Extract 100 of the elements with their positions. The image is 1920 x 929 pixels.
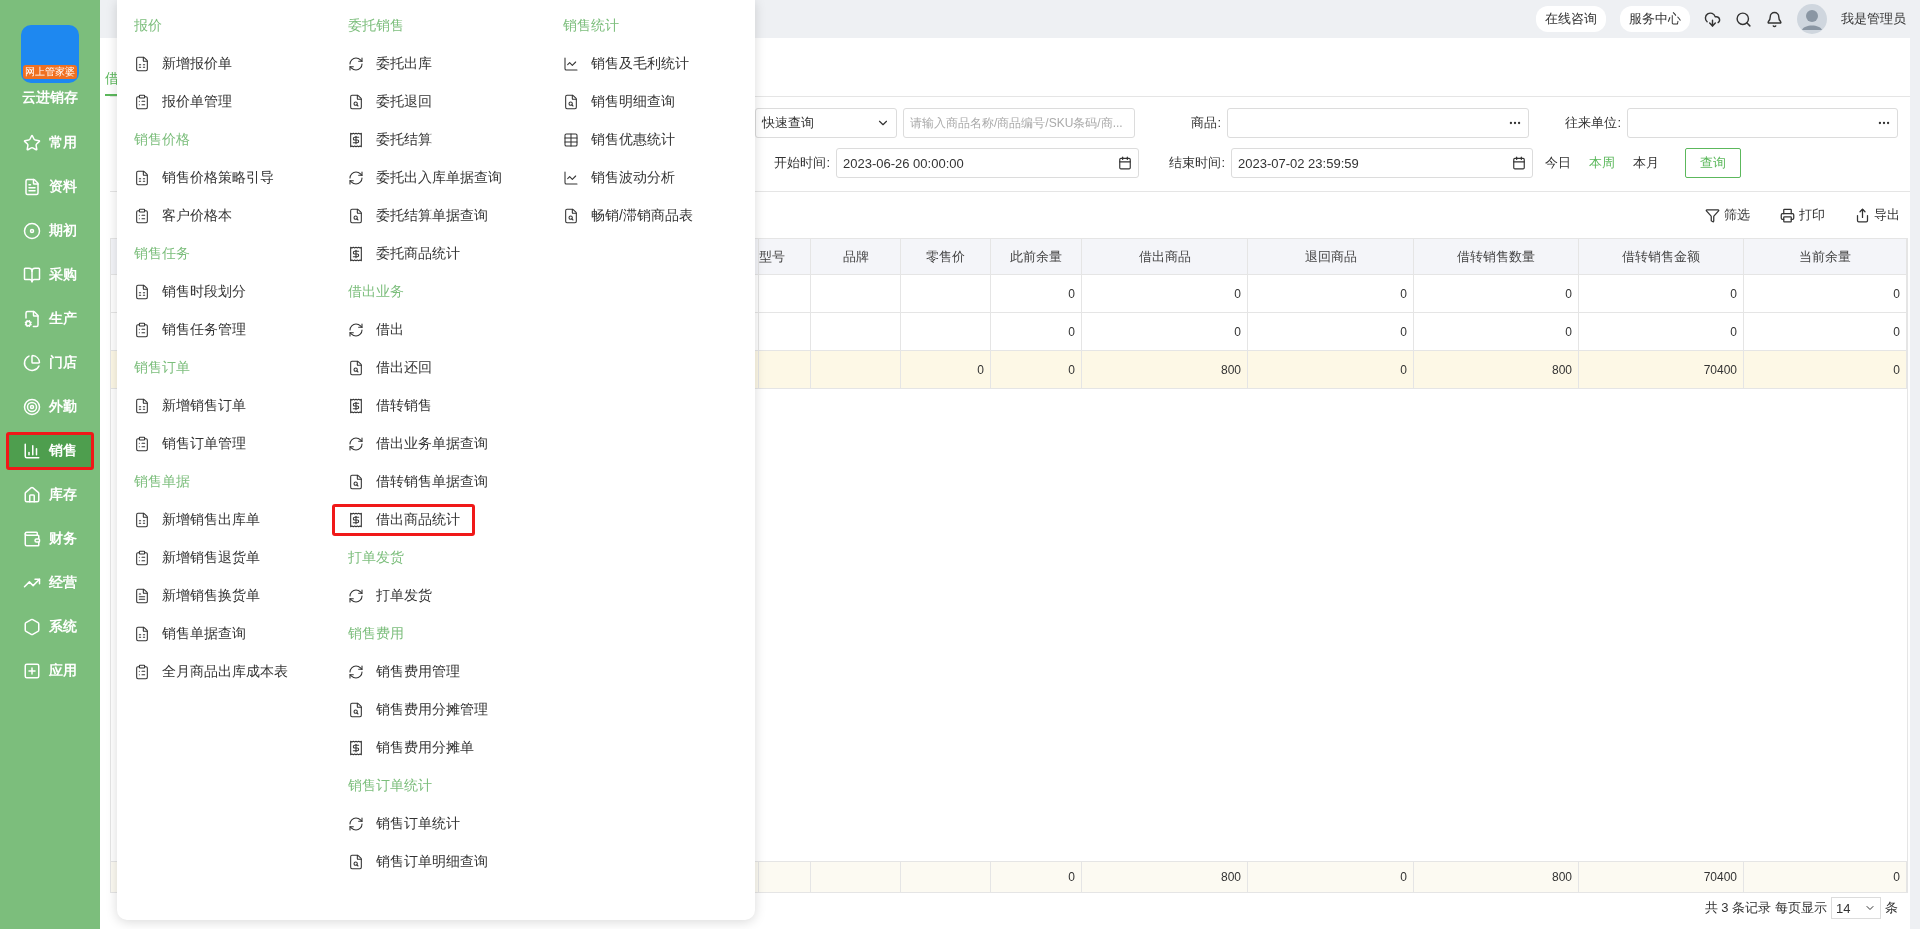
spreadsheet-icon bbox=[134, 284, 150, 300]
avatar-icon[interactable] bbox=[1797, 4, 1827, 34]
menu-heading: 销售订单 bbox=[134, 358, 191, 377]
calendar-icon[interactable] bbox=[1512, 156, 1526, 170]
table-cell: 70400 bbox=[1579, 862, 1744, 892]
logo-badge: 网上管家婆 bbox=[23, 65, 77, 79]
menu-item[interactable]: 新增销售换货单 bbox=[134, 583, 272, 609]
user-name[interactable]: 我是管理员 bbox=[1841, 10, 1906, 28]
table-cell: 0 bbox=[991, 351, 1082, 388]
menu-item[interactable]: 委托商品统计 bbox=[348, 241, 472, 267]
table-cell: 0 bbox=[1248, 862, 1414, 892]
refresh-icon bbox=[348, 322, 364, 338]
menu-item[interactable]: 委托结算 bbox=[348, 127, 444, 153]
search-icon[interactable] bbox=[1735, 10, 1752, 28]
menu-item[interactable]: 委托出库 bbox=[348, 51, 444, 77]
refresh-icon bbox=[348, 170, 364, 186]
menu-item[interactable]: 客户价格本 bbox=[134, 203, 244, 229]
nav-icon bbox=[23, 310, 41, 328]
menu-item[interactable]: 新增报价单 bbox=[134, 51, 244, 77]
range-link[interactable]: 今日 bbox=[1545, 154, 1571, 172]
menu-item[interactable]: 借出业务单据查询 bbox=[348, 431, 500, 457]
menu-item[interactable]: 销售波动分析 bbox=[563, 165, 687, 191]
spreadsheet-icon bbox=[134, 398, 150, 414]
toolbar-button[interactable]: 打印 bbox=[1774, 205, 1831, 225]
column-header: 借转销售金额 bbox=[1579, 239, 1744, 274]
menu-item[interactable]: 销售时段划分 bbox=[134, 279, 258, 305]
menu-item[interactable]: 销售优惠统计 bbox=[563, 127, 687, 153]
nav-icon bbox=[23, 134, 41, 152]
mode-select[interactable]: 快速查询 bbox=[755, 108, 897, 138]
menu-item[interactable]: 销售明细查询 bbox=[563, 89, 687, 115]
table-cell: 0 bbox=[1082, 313, 1248, 350]
column-header: 零售价 bbox=[901, 239, 991, 274]
table-cell: 0 bbox=[1248, 275, 1414, 312]
menu-item[interactable]: 新增销售退货单 bbox=[134, 545, 272, 571]
table-cell: 800 bbox=[1414, 351, 1579, 388]
calendar-icon[interactable] bbox=[1118, 156, 1132, 170]
nav-icon bbox=[23, 222, 41, 240]
nav-icon bbox=[23, 530, 41, 548]
menu-heading: 借出业务 bbox=[348, 282, 405, 301]
menu-item[interactable]: 销售价格策略引导 bbox=[134, 165, 286, 191]
menu-heading: 打单发货 bbox=[348, 548, 405, 567]
bell-icon[interactable] bbox=[1766, 10, 1783, 28]
clipboard-icon bbox=[134, 94, 150, 110]
menu-item[interactable]: 新增销售出库单 bbox=[134, 507, 272, 533]
menu-item[interactable]: 销售订单明细查询 bbox=[348, 849, 500, 875]
range-link[interactable]: 本月 bbox=[1633, 154, 1659, 172]
menu-item[interactable]: 销售费用分摊管理 bbox=[348, 697, 500, 723]
menu-item[interactable]: 借出商品统计 bbox=[332, 504, 475, 536]
printer-icon bbox=[1780, 207, 1795, 223]
partner-field[interactable] bbox=[1627, 108, 1898, 138]
clipboard-icon bbox=[134, 436, 150, 452]
menu-item[interactable]: 销售费用分摊单 bbox=[348, 735, 486, 761]
table-cell: 800 bbox=[1414, 862, 1579, 892]
table-cell: 800 bbox=[1082, 862, 1248, 892]
header-button[interactable]: 在线咨询 bbox=[1536, 6, 1606, 32]
column-header: 当前余量 bbox=[1744, 239, 1907, 274]
menu-item[interactable]: 畅销/滞销商品表 bbox=[563, 203, 705, 229]
menu-item[interactable]: 委托退回 bbox=[348, 89, 444, 115]
product-field[interactable] bbox=[1227, 108, 1529, 138]
clipboard-icon bbox=[134, 208, 150, 224]
menu-item[interactable]: 销售订单统计 bbox=[348, 811, 472, 837]
menu-item[interactable]: 销售订单管理 bbox=[134, 431, 258, 457]
toolbar-button[interactable]: 导出 bbox=[1849, 205, 1906, 225]
date-field[interactable]: 2023-06-26 00:00:00 bbox=[836, 148, 1139, 178]
menu-item[interactable]: 借转销售单据查询 bbox=[348, 469, 500, 495]
menu-item[interactable]: 借转销售 bbox=[348, 393, 444, 419]
file-search-icon bbox=[348, 474, 364, 490]
table-cell: 0 bbox=[1744, 351, 1907, 388]
menu-item[interactable]: 打单发货 bbox=[348, 583, 444, 609]
cloud-download-icon[interactable] bbox=[1704, 10, 1721, 28]
table-cell: 0 bbox=[991, 275, 1082, 312]
clipboard-icon bbox=[134, 322, 150, 338]
file-search-icon bbox=[563, 94, 579, 110]
clipboard-icon bbox=[134, 664, 150, 680]
menu-item[interactable]: 销售及毛利统计 bbox=[563, 51, 701, 77]
menu-item[interactable]: 委托出入库单据查询 bbox=[348, 165, 514, 191]
menu-item[interactable]: 全月商品出库成本表 bbox=[134, 659, 300, 685]
menu-heading: 销售费用 bbox=[348, 624, 405, 643]
nav-icon bbox=[23, 662, 41, 680]
header-button[interactable]: 服务中心 bbox=[1620, 6, 1690, 32]
menu-item[interactable]: 报价单管理 bbox=[134, 89, 244, 115]
app-name: 云进销存 bbox=[22, 89, 78, 107]
menu-item[interactable]: 销售任务管理 bbox=[134, 317, 258, 343]
menu-heading: 销售任务 bbox=[134, 244, 191, 263]
table-cell: 0 bbox=[1744, 862, 1907, 892]
date-field[interactable]: 2023-07-02 23:59:59 bbox=[1231, 148, 1533, 178]
menu-item[interactable]: 委托结算单据查询 bbox=[348, 203, 500, 229]
table-cell: 0 bbox=[1744, 313, 1907, 350]
receipt-icon bbox=[348, 246, 364, 262]
toolbar-button[interactable]: 筛选 bbox=[1699, 205, 1756, 225]
menu-item[interactable]: 销售单据查询 bbox=[134, 621, 258, 647]
menu-item[interactable]: 借出还回 bbox=[348, 355, 444, 381]
menu-item[interactable]: 借出 bbox=[348, 317, 416, 343]
menu-item[interactable]: 新增销售订单 bbox=[134, 393, 258, 419]
table-cell: 0 bbox=[1414, 313, 1579, 350]
page-size-select[interactable]: 14 bbox=[1831, 897, 1881, 919]
file-search-icon bbox=[348, 702, 364, 718]
menu-item[interactable]: 销售费用管理 bbox=[348, 659, 472, 685]
spreadsheet-icon bbox=[134, 170, 150, 186]
refresh-icon bbox=[348, 436, 364, 452]
